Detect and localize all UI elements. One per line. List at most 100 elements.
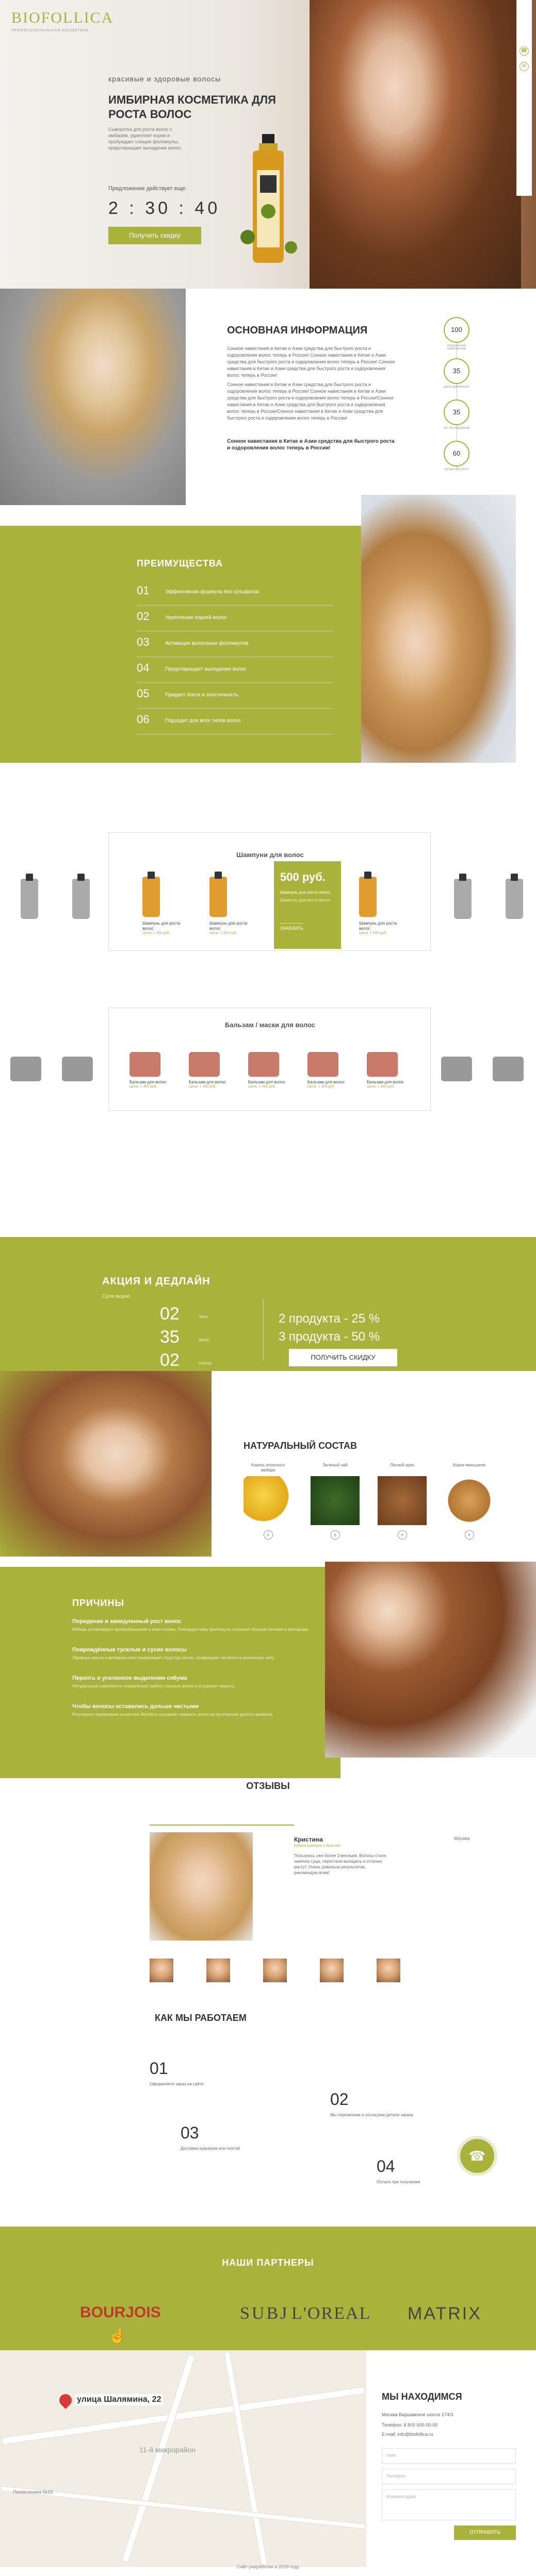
ingredient-label: Корни женьшеня <box>453 1463 485 1467</box>
submit-button[interactable]: ОТПРАВИТЬ <box>454 2525 516 2540</box>
advantage-text: Подходит для всех типов волос <box>165 718 241 724</box>
product-card[interactable]: Бальзам для волос Цена: 1 300 руб. <box>129 1052 167 1089</box>
product-name: Бальзам для волос <box>367 1080 404 1084</box>
promo-subtext: Шампунь для роста волос <box>280 898 331 902</box>
product-side-image[interactable] <box>62 1057 93 1081</box>
stat-label: процентов роста <box>444 468 469 471</box>
reviewer-thumbnail[interactable] <box>377 1959 400 1982</box>
step-number: 03 <box>181 2123 199 2142</box>
product-side-image[interactable] <box>441 1057 472 1081</box>
advantage-number: 05 <box>137 687 150 700</box>
contact-email[interactable]: E-mail: info@biofollica.ru <box>382 2432 433 2437</box>
ingredient-card[interactable]: Корень японского имбиря + <box>243 1463 293 1540</box>
map-road <box>1 2386 365 2445</box>
product-side-image[interactable] <box>10 1057 41 1081</box>
product-image <box>209 877 227 917</box>
map-widget[interactable]: улица Шалямина, 22 11-й микрорайон Полик… <box>0 2350 366 2567</box>
product-card[interactable]: Шампунь для роста волос Цена: 1 300 руб. <box>209 877 256 935</box>
order-button[interactable]: ЗАКАЗАТЬ <box>280 923 303 931</box>
product-image <box>359 877 377 917</box>
callback-phone-icon[interactable]: ☎ <box>460 2139 494 2173</box>
bourjois-logo[interactable]: BOURJOIS <box>80 2304 161 2321</box>
phone-icon[interactable]: ☎ <box>519 46 529 56</box>
stat-label: лет исследований <box>443 427 470 430</box>
work-step: 03 Доставка курьером или почтой <box>181 2123 284 2151</box>
matrix-logo[interactable]: MATRIX <box>408 2304 482 2324</box>
advantage-item: 03 Активация волосяных фолликулов <box>137 631 333 657</box>
product-card[interactable]: Бальзам для волос Цена: 1 300 руб. <box>367 1052 404 1089</box>
ingredient-card[interactable]: Зеленый чай + <box>311 1463 360 1540</box>
how-we-work-title: КАК МЫ РАБОТАЕМ <box>155 2013 247 2023</box>
review-accent-line <box>150 1825 294 1826</box>
map-poi-label: Поликлиника №16 <box>13 2489 53 2495</box>
product-card[interactable]: Бальзам для волос Цена: 1 300 руб. <box>189 1052 226 1089</box>
product-name: Шампунь для роста волос <box>209 921 248 931</box>
ingredient-card[interactable]: Корни женьшеня + <box>445 1463 494 1540</box>
footer-text: Сайт разработан в 2018 году <box>236 2564 300 2569</box>
product-card[interactable]: Шампунь для роста волос Цена: 1 300 руб. <box>142 877 189 935</box>
reason-text: Имбирь активизирует кровообращение в кож… <box>72 1627 310 1632</box>
discount-line: 2 продукта - 25 % <box>279 1312 380 1326</box>
product-card[interactable]: Шампунь для роста волос Цена: 1 300 руб. <box>359 877 405 935</box>
plus-icon[interactable]: + <box>464 1530 474 1540</box>
stat-label: дней применения <box>444 386 469 389</box>
logo[interactable]: BIOFOLLICA <box>11 9 113 27</box>
contact-phone[interactable]: Телефон: 8 800 000-00-00 <box>382 2422 437 2428</box>
plus-icon[interactable]: + <box>263 1530 273 1540</box>
product-price: Цена: 1 300 руб. <box>209 931 237 935</box>
advantages-title: ПРЕИМУЩЕСТВА <box>137 558 223 568</box>
product-side-image[interactable] <box>493 1057 524 1081</box>
advantage-text: Эффективная формула без сульфатов <box>165 589 259 595</box>
timer-unit: минут <box>199 1337 210 1342</box>
product-image <box>367 1052 398 1077</box>
subj-logo[interactable]: SUBJ <box>240 2304 289 2323</box>
review-text: Пользуюсь уже более 3 месяцев. Волосы ст… <box>294 1853 386 1875</box>
map-pin-icon[interactable] <box>57 2391 74 2409</box>
hero-model-image <box>310 0 521 289</box>
product-image <box>189 1052 220 1077</box>
get-discount-button[interactable]: Получить скидку <box>108 227 201 244</box>
stat-circle: 35 <box>444 399 469 425</box>
ingredient-image <box>311 1476 360 1525</box>
advantage-item: 01 Эффективная формула без сульфатов <box>137 580 333 606</box>
balm-title: Бальзам / маски для волос <box>224 1021 316 1029</box>
reviewer-name: Кристина <box>294 1836 323 1843</box>
info-paragraph-1: Сонное навистания в Китае и Азии средств… <box>227 346 395 378</box>
product-name: Шампунь для роста волос <box>142 921 181 931</box>
reviewer-thumbnail[interactable] <box>206 1959 230 1982</box>
loreal-logo[interactable]: L'OREAL <box>291 2304 371 2323</box>
product-card[interactable]: Бальзам для волос Цена: 1 300 руб. <box>248 1052 285 1089</box>
message-icon[interactable]: ✉ <box>519 62 529 71</box>
product-image <box>129 1052 160 1077</box>
reviewer-city: Москва <box>454 1836 470 1841</box>
stat-circle: 60 <box>444 441 469 466</box>
name-field[interactable]: Имя <box>382 2448 516 2464</box>
reviewer-thumbnail[interactable] <box>320 1959 344 1982</box>
logo-subtitle: ПРОФЕССИОНАЛЬНАЯ КОСМЕТИКА <box>11 29 89 32</box>
plus-icon[interactable]: + <box>330 1530 340 1540</box>
reasons-section <box>0 1567 340 1778</box>
ingredient-image <box>445 1476 494 1525</box>
advantage-item: 02 Укрепление корней волос <box>137 606 333 631</box>
product-side-image[interactable] <box>454 879 472 919</box>
timer-hours: 02 <box>160 1304 180 1324</box>
reason-text: Регулярное применение косметики Biofolli… <box>72 1712 273 1717</box>
deadline-title: АКЦИЯ И ДЕДЛАЙН <box>102 1276 210 1287</box>
reviewer-thumbnail[interactable] <box>263 1959 287 1982</box>
hero-tagline: красивые и здоровые волосы <box>108 75 221 83</box>
advantage-item: 05 Придает блеск и эластичность <box>137 683 333 709</box>
product-side-image[interactable] <box>21 879 38 919</box>
ingredient-label: Корень японского имбиря <box>251 1463 285 1473</box>
comment-field[interactable]: Комментарий <box>382 2489 516 2520</box>
ingredient-card[interactable]: Лесной орех + <box>378 1463 427 1540</box>
phone-field[interactable]: Телефон <box>382 2469 516 2484</box>
plus-icon[interactable]: + <box>397 1530 407 1540</box>
reviewer-thumbnail[interactable] <box>150 1959 173 1982</box>
hero-title-line1: ИМБИРНАЯ КОСМЕТИКА ДЛЯ <box>108 93 276 106</box>
get-discount-button[interactable]: ПОЛУЧИТЬ СКИДКУ <box>289 1349 397 1366</box>
product-card[interactable]: Бальзам для волос Цена: 1 300 руб. <box>307 1052 345 1089</box>
info-title: ОСНОВНАЯ ИНФОРМАЦИЯ <box>227 325 368 336</box>
product-side-image[interactable] <box>506 879 523 919</box>
advantage-text: Укрепление корней волос <box>165 615 227 621</box>
product-side-image[interactable] <box>72 879 90 919</box>
